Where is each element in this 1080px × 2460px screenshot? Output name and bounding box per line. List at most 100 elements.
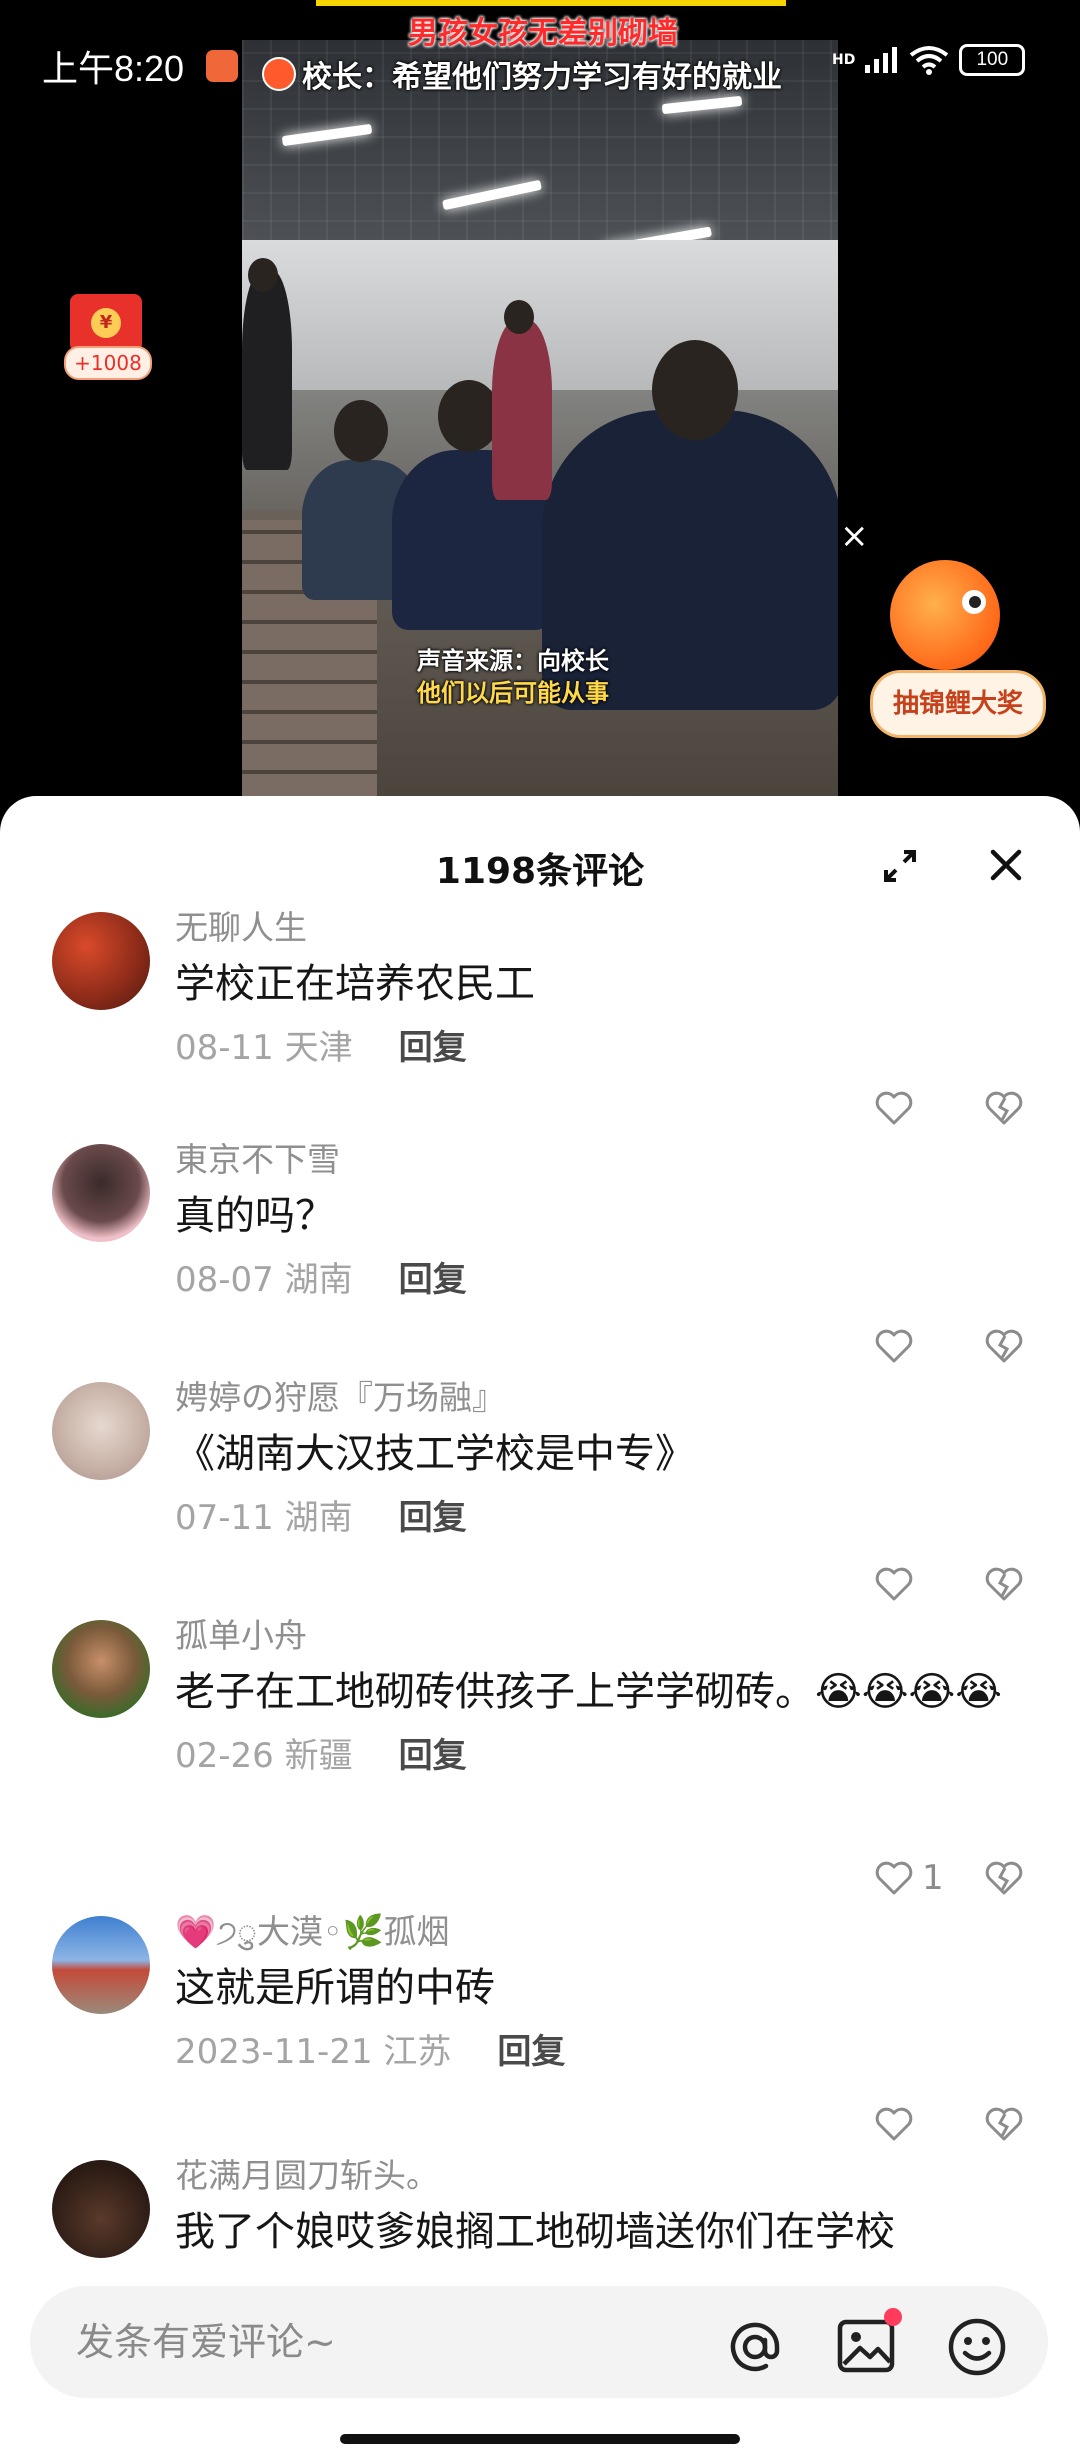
like-button[interactable] bbox=[874, 1328, 984, 1364]
avatar[interactable] bbox=[52, 1620, 150, 1718]
comment-location: 湖南 bbox=[284, 1498, 353, 1538]
reply-button[interactable]: 回复 bbox=[497, 2020, 565, 2084]
comment-username[interactable]: 孤单小舟 bbox=[175, 1614, 1040, 1658]
avatar[interactable] bbox=[52, 1916, 150, 2014]
koi-lottery-widget[interactable]: 抽锦鲤大奖 bbox=[870, 560, 1046, 740]
koi-fish-icon bbox=[890, 560, 1000, 670]
comment-location: 新疆 bbox=[284, 1736, 353, 1776]
person bbox=[492, 320, 552, 500]
comment-item[interactable]: 无聊人生 学校正在培养农民工 08-11 天津 回复 bbox=[0, 906, 1080, 1138]
heart-icon bbox=[875, 1091, 913, 1125]
network-type: HD bbox=[832, 52, 856, 68]
comment-item[interactable]: 💗੭ु大漠◦🌿孤烟 这就是所谓的中砖 2023-11-21 江苏 回复 bbox=[0, 1910, 1080, 2154]
like-button[interactable]: 1 bbox=[874, 1858, 984, 1898]
status-time: 上午8:20 bbox=[42, 48, 185, 89]
comment-location: 天津 bbox=[284, 1028, 353, 1068]
comment-item[interactable]: 娉婷の狩愿『万场融』 《湖南大汉技工学校是中专》 07-11 湖南 回复 bbox=[0, 1376, 1080, 1614]
comment-input[interactable]: 发条有爱评论~ bbox=[30, 2286, 1048, 2398]
caption-line-1: 声音来源：向校长 bbox=[417, 647, 609, 675]
person-head bbox=[334, 400, 388, 462]
battery-icon: 100 bbox=[959, 44, 1026, 76]
like-button[interactable] bbox=[874, 1566, 984, 1602]
comment-date: 08-07 bbox=[175, 1260, 274, 1300]
comment-actions bbox=[874, 1566, 1024, 1602]
comment-item[interactable]: 孤单小舟 老子在工地砌砖供孩子上学学砌砖。😭😭😭😭 02-26 新疆 回复 1 bbox=[0, 1614, 1080, 1910]
comment-meta: 08-11 天津 回复 bbox=[175, 1016, 1040, 1080]
comment-text: 老子在工地砌砖供孩子上学学砌砖。😭😭😭😭 bbox=[175, 1669, 1002, 1715]
comment-date: 08-11 bbox=[175, 1028, 274, 1068]
video-caption: 声音来源：向校长 他们以后可能从事 bbox=[417, 645, 609, 709]
comment-date: 2023-11-21 bbox=[175, 2032, 373, 2072]
video-overlay-subtitle: 校长：希望他们努力学习有好的就业 bbox=[262, 52, 782, 96]
signal-icon bbox=[865, 47, 898, 73]
comment-date: 07-11 bbox=[175, 1498, 274, 1538]
broken-heart-icon[interactable] bbox=[984, 1328, 1024, 1364]
comment-text: 《湖南大汉技工学校是中专》 bbox=[175, 1431, 695, 1477]
koi-label: 抽锦鲤大奖 bbox=[870, 670, 1046, 738]
comment-item[interactable]: 東京不下雪 真的吗？ 08-07 湖南 回复 bbox=[0, 1138, 1080, 1376]
home-indicator[interactable] bbox=[340, 2434, 740, 2444]
comment-actions bbox=[874, 1328, 1024, 1364]
video-overlay-title: 男孩女孩无差别砌墙 bbox=[408, 16, 678, 51]
comment-username[interactable]: 娉婷の狩愿『万场融』 bbox=[175, 1376, 1040, 1420]
avatar[interactable] bbox=[52, 912, 150, 1010]
wifi-icon bbox=[910, 46, 949, 75]
notification-dot bbox=[884, 2308, 902, 2326]
like-button[interactable] bbox=[874, 2106, 984, 2142]
status-right: HD 100 bbox=[832, 44, 1026, 76]
reply-button[interactable]: 回复 bbox=[399, 1486, 467, 1550]
video-frame[interactable]: 声音来源：向校长 他们以后可能从事 bbox=[242, 40, 838, 800]
broken-heart-icon[interactable] bbox=[984, 1566, 1024, 1602]
comment-actions bbox=[874, 2106, 1024, 2142]
person-head bbox=[652, 340, 738, 440]
avatar[interactable] bbox=[52, 1382, 150, 1480]
comment-location: 湖南 bbox=[284, 1260, 353, 1300]
comment-date: 02-26 bbox=[175, 1736, 274, 1776]
heart-icon bbox=[875, 2107, 913, 2141]
expand-icon[interactable] bbox=[880, 846, 920, 886]
video-close-icon[interactable]: × bbox=[840, 516, 869, 556]
comments-sheet: 1198条评论 无聊人生 学校正在培养农民工 08-11 天津 回复 東京不下雪… bbox=[0, 796, 1080, 2460]
comment-actions: 1 bbox=[874, 1858, 1024, 1898]
person bbox=[242, 270, 292, 470]
comment-actions bbox=[874, 1090, 1024, 1126]
avatar[interactable] bbox=[52, 1144, 150, 1242]
weibo-badge-icon bbox=[262, 57, 296, 91]
comment-location: 江苏 bbox=[383, 2032, 452, 2072]
app-notification-icon bbox=[206, 50, 238, 82]
red-packet-widget[interactable]: ¥ +1008 bbox=[64, 294, 152, 380]
image-icon[interactable] bbox=[836, 2316, 896, 2376]
person-head bbox=[438, 380, 500, 452]
overlay-subtitle-text: 校长：希望他们努力学习有好的就业 bbox=[302, 60, 782, 95]
broken-heart-icon[interactable] bbox=[984, 1860, 1024, 1896]
comment-text: 真的吗？ bbox=[175, 1193, 335, 1239]
comment-text: 这就是所谓的中砖 bbox=[175, 1965, 495, 2011]
comment-meta: 2023-11-21 江苏 回复 bbox=[175, 2020, 1040, 2084]
comment-meta: 08-07 湖南 回复 bbox=[175, 1248, 1040, 1312]
comment-username[interactable]: 東京不下雪 bbox=[175, 1138, 1040, 1182]
video-player[interactable]: 声音来源：向校长 他们以后可能从事 × 上午8:20 男孩女孩无差别砌墙 校长：… bbox=[0, 0, 1080, 800]
emoji-icon[interactable] bbox=[946, 2316, 1008, 2378]
comment-list: 无聊人生 学校正在培养农民工 08-11 天津 回复 東京不下雪 真的吗？ 08… bbox=[0, 906, 1080, 2314]
heart-icon bbox=[875, 1567, 913, 1601]
reply-button[interactable]: 回复 bbox=[399, 1016, 467, 1080]
heart-icon bbox=[875, 1861, 913, 1895]
at-icon[interactable] bbox=[726, 2318, 784, 2376]
comment-username[interactable]: 💗੭ु大漠◦🌿孤烟 bbox=[175, 1910, 1040, 1954]
heart-icon bbox=[875, 1329, 913, 1363]
comment-meta: 02-26 新疆 回复 bbox=[175, 1724, 1040, 1788]
reply-button[interactable]: 回复 bbox=[399, 1248, 467, 1312]
person-head bbox=[504, 300, 534, 334]
like-count: 1 bbox=[922, 1858, 944, 1898]
caption-line-2: 他们以后可能从事 bbox=[417, 679, 609, 707]
broken-heart-icon[interactable] bbox=[984, 1090, 1024, 1126]
comment-meta: 07-11 湖南 回复 bbox=[175, 1486, 1040, 1550]
close-icon[interactable] bbox=[985, 844, 1027, 886]
avatar[interactable] bbox=[52, 2160, 150, 2258]
comment-username[interactable]: 无聊人生 bbox=[175, 906, 1040, 950]
comment-username[interactable]: 花满月圆刀斩头。 bbox=[175, 2154, 1040, 2198]
broken-heart-icon[interactable] bbox=[984, 2106, 1024, 2142]
like-button[interactable] bbox=[874, 1090, 984, 1126]
reply-button[interactable]: 回复 bbox=[399, 1724, 467, 1788]
person-head bbox=[248, 258, 278, 292]
